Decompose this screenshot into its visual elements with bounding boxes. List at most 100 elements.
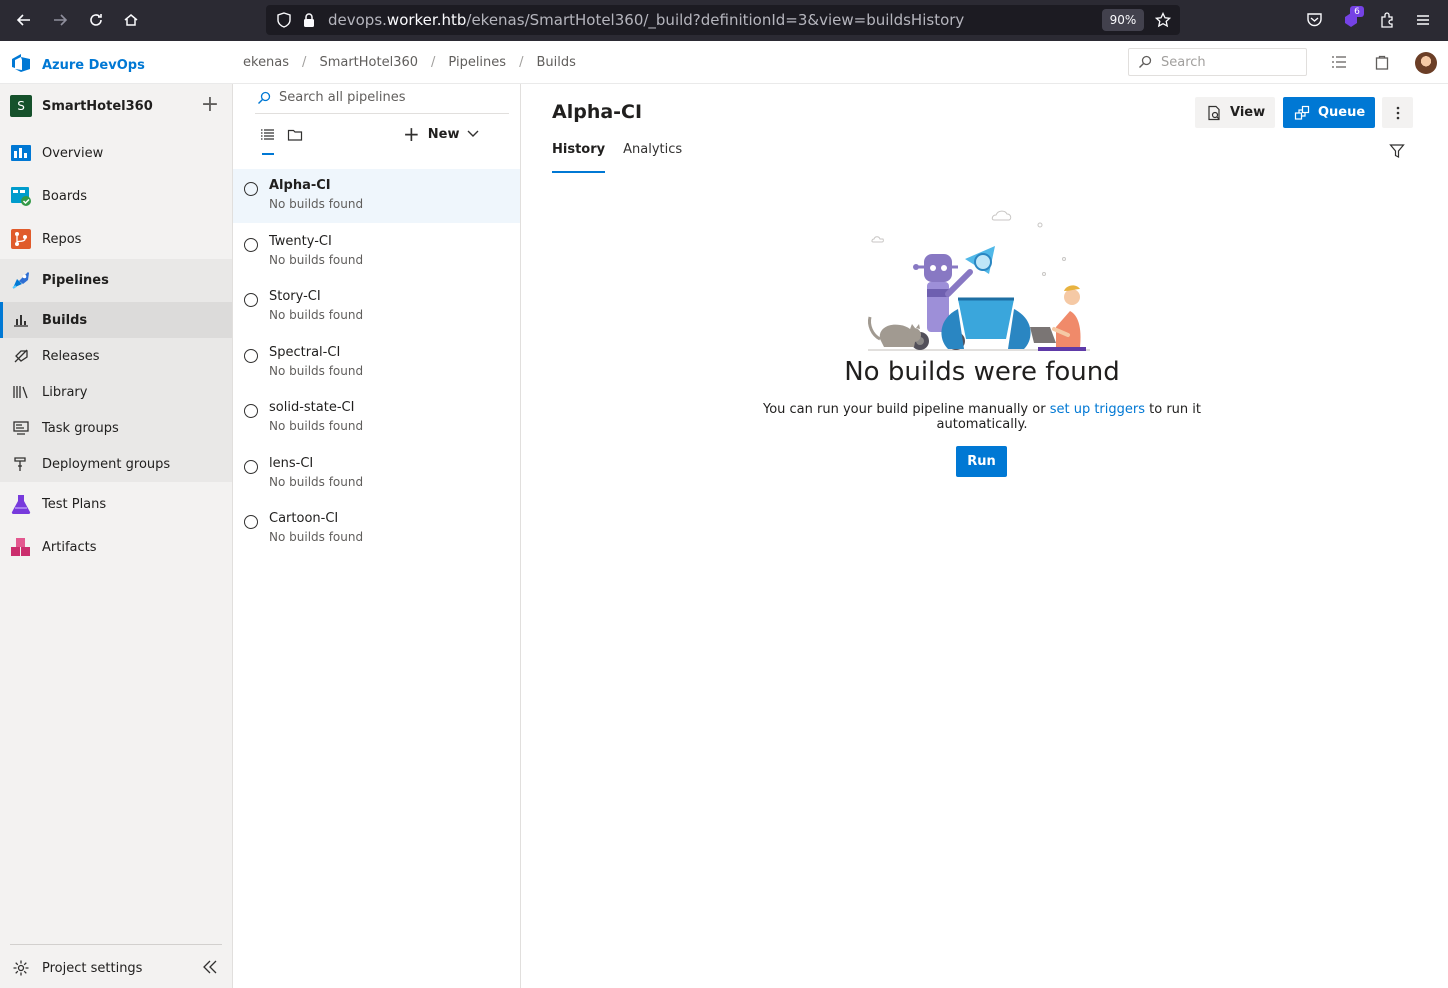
collapse-sidebar-icon[interactable] — [202, 959, 218, 979]
sidebar-item-builds[interactable]: Builds — [0, 302, 232, 338]
pipeline-list-item[interactable]: Alpha-CI No builds found — [233, 169, 520, 223]
sidebar-item-overview[interactable]: Overview — [0, 141, 232, 165]
lock-icon[interactable] — [302, 12, 316, 32]
new-pipeline-button[interactable]: + New — [403, 124, 479, 144]
more-options-icon[interactable] — [1382, 97, 1413, 128]
forward-icon[interactable] — [42, 4, 78, 36]
list-view-icon[interactable] — [260, 127, 276, 143]
work-items-list-icon[interactable] — [1331, 54, 1347, 74]
repos-icon — [10, 228, 32, 250]
sidebar-item-artifacts[interactable]: Artifacts — [0, 535, 232, 559]
breadcrumb-org[interactable]: ekenas — [243, 55, 289, 70]
bookmark-star-icon[interactable] — [1154, 11, 1172, 32]
breadcrumb-separator: / — [519, 55, 524, 70]
pipelines-group: Pipelines Builds Releases Library Task g… — [0, 259, 232, 482]
shield-icon[interactable] — [276, 12, 292, 32]
empty-state-illustration — [858, 199, 1106, 359]
pocket-icon[interactable] — [1306, 12, 1323, 32]
queue-icon — [1294, 105, 1310, 121]
sidebar-item-test-plans[interactable]: Test Plans — [0, 492, 232, 516]
build-status-circle-icon — [244, 293, 258, 307]
home-icon[interactable] — [113, 4, 149, 36]
pipeline-list-item[interactable]: lens-CI No builds found — [233, 447, 520, 501]
sidebar-item-task-groups[interactable]: Task groups — [0, 413, 232, 443]
gear-icon — [12, 959, 30, 977]
brand-label: Azure DevOps — [42, 57, 145, 73]
pipeline-name: Spectral-CI — [269, 345, 341, 360]
pipeline-status: No builds found — [269, 419, 364, 433]
view-icon — [1206, 105, 1222, 121]
pipeline-name: lens-CI — [269, 456, 314, 471]
sidebar: S SmartHotel360 + Overview Boards Repos … — [0, 84, 233, 988]
build-status-circle-icon — [244, 238, 258, 252]
sidebar-item-label: Releases — [42, 348, 100, 364]
sidebar-item-library[interactable]: Library — [0, 377, 232, 407]
task-groups-icon — [12, 419, 30, 437]
menu-hamburger-icon[interactable] — [1415, 12, 1431, 32]
pipeline-list-item[interactable]: Spectral-CI No builds found — [233, 336, 520, 390]
back-icon[interactable] — [6, 4, 42, 36]
view-button-label: View — [1230, 105, 1266, 120]
pipeline-list-item[interactable]: Story-CI No builds found — [233, 280, 520, 334]
empty-state-title: No builds were found — [844, 357, 1120, 387]
zoom-level[interactable]: 90% — [1102, 9, 1144, 31]
pipeline-name: Cartoon-CI — [269, 511, 339, 526]
brand[interactable]: Azure DevOps — [10, 52, 145, 78]
sidebar-item-deployment-groups[interactable]: Deployment groups — [0, 449, 232, 479]
builds-icon — [12, 311, 30, 329]
divider — [10, 944, 222, 945]
pipeline-status: No builds found — [269, 475, 364, 489]
sidebar-item-label: Deployment groups — [42, 456, 171, 472]
breadcrumb: ekenas / SmartHotel360 / Pipelines / Bui… — [243, 55, 576, 70]
run-button[interactable]: Run — [956, 446, 1007, 477]
browser-toolbar: devops.worker.htb/ekenas/SmartHotel360/_… — [0, 0, 1448, 41]
reload-icon[interactable] — [78, 4, 114, 36]
header-search-input[interactable]: Search — [1128, 48, 1307, 76]
queue-button-label: Queue — [1318, 105, 1366, 120]
project-selector[interactable]: S SmartHotel360 — [10, 95, 153, 117]
sidebar-item-label: Test Plans — [42, 496, 107, 512]
pipeline-name: Twenty-CI — [269, 234, 332, 249]
sidebar-item-label: Project settings — [42, 960, 143, 976]
tab-bar: History Analytics — [552, 142, 682, 173]
project-name: SmartHotel360 — [42, 98, 153, 114]
sidebar-item-boards[interactable]: Boards — [0, 184, 232, 208]
pipeline-status: No builds found — [269, 364, 364, 378]
pipeline-name: Story-CI — [269, 289, 321, 304]
sidebar-item-pipelines[interactable]: Pipelines — [0, 267, 232, 293]
sidebar-item-releases[interactable]: Releases — [0, 341, 232, 371]
chevron-down-icon — [467, 127, 479, 142]
breadcrumb-builds[interactable]: Builds — [536, 55, 575, 70]
pipeline-list-item[interactable]: Cartoon-CI No builds found — [233, 502, 520, 556]
url-bar[interactable]: devops.worker.htb/ekenas/SmartHotel360/_… — [266, 5, 1180, 35]
pipeline-search-input[interactable]: Search all pipelines — [255, 90, 509, 114]
breadcrumb-project[interactable]: SmartHotel360 — [319, 55, 418, 70]
extensions-puzzle-icon[interactable] — [1379, 12, 1395, 32]
azure-devops-logo-icon — [10, 52, 32, 78]
build-status-circle-icon — [244, 349, 258, 363]
test-plans-flask-icon — [10, 493, 32, 515]
marketplace-bag-icon[interactable] — [1374, 54, 1390, 74]
sidebar-item-project-settings[interactable]: Project settings — [0, 956, 232, 980]
folder-view-icon[interactable] — [287, 127, 303, 143]
add-icon[interactable]: + — [200, 94, 220, 116]
queue-button[interactable]: Queue — [1283, 97, 1375, 128]
sidebar-item-label: Artifacts — [42, 539, 97, 555]
pipeline-list-item[interactable]: solid-state-CI No builds found — [233, 391, 520, 445]
pipeline-list-item[interactable]: Twenty-CI No builds found — [233, 225, 520, 279]
pipeline-name: solid-state-CI — [269, 400, 355, 415]
view-button[interactable]: View — [1195, 97, 1275, 128]
user-avatar[interactable] — [1415, 52, 1437, 74]
sidebar-item-repos[interactable]: Repos — [0, 227, 232, 251]
build-status-circle-icon — [244, 515, 258, 529]
page-title: Alpha-CI — [552, 101, 643, 123]
pipeline-status: No builds found — [269, 530, 364, 544]
pipeline-list-pane: Search all pipelines + New Alpha-CI No b… — [233, 84, 521, 988]
sidebar-item-label: Task groups — [42, 420, 119, 436]
tab-history[interactable]: History — [552, 142, 606, 173]
filter-icon[interactable] — [1389, 143, 1405, 159]
set-up-triggers-link[interactable]: set up triggers — [1050, 402, 1145, 417]
tab-analytics[interactable]: Analytics — [623, 142, 682, 172]
sidebar-item-label: Repos — [42, 231, 82, 247]
breadcrumb-pipelines[interactable]: Pipelines — [448, 55, 506, 70]
